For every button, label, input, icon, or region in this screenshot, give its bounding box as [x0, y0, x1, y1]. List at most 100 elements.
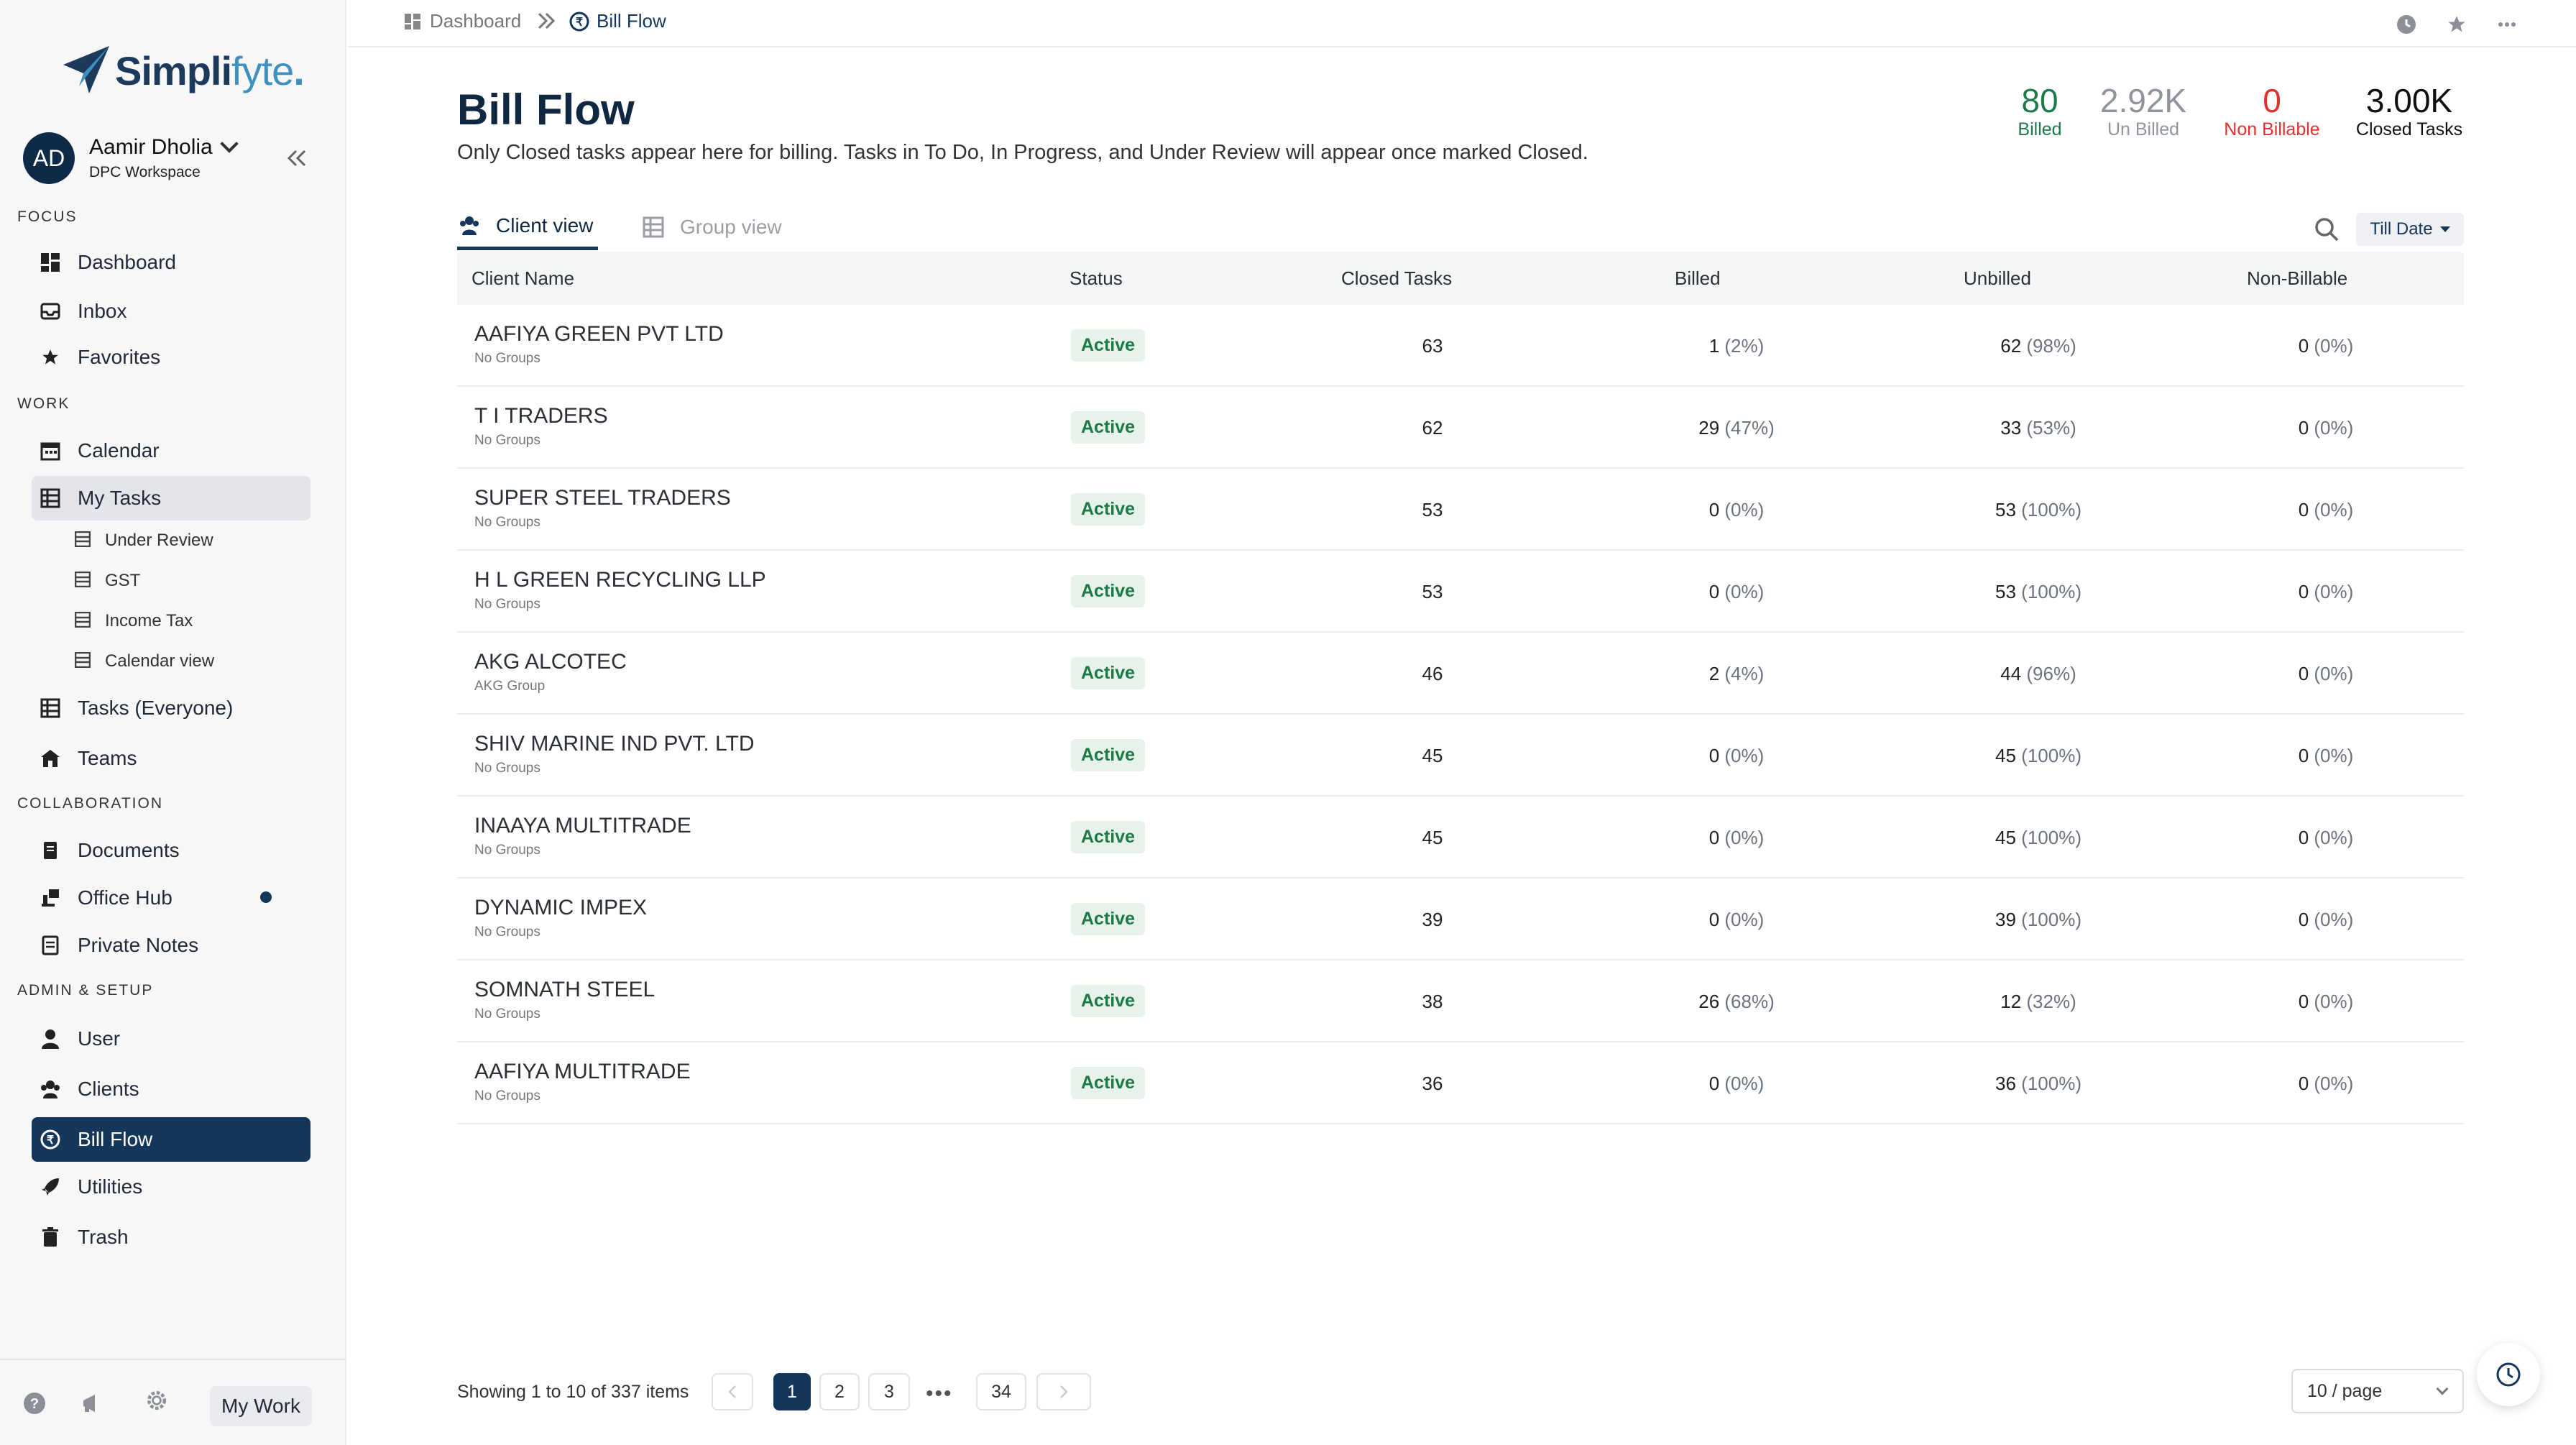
sidebar-item-calendar[interactable]: Calendar: [32, 428, 310, 473]
sidebar-item-tasks-everyone[interactable]: Tasks (Everyone): [32, 686, 310, 730]
client-name[interactable]: H L GREEN RECYCLING LLP: [474, 568, 766, 592]
brand-logo[interactable]: Simplifyte.: [60, 43, 305, 98]
status-badge: Active: [1071, 821, 1146, 853]
history-icon[interactable]: [2395, 13, 2418, 36]
billed-cell: 2 (4%): [1650, 663, 1823, 685]
user-icon: [39, 1027, 62, 1050]
next-page-button[interactable]: [1036, 1373, 1091, 1410]
unbilled-percent: (100%): [2021, 581, 2082, 602]
sidebar-item-documents[interactable]: Documents: [32, 828, 310, 873]
more-options-icon[interactable]: [2496, 13, 2518, 36]
tab-group-view[interactable]: Group view: [641, 204, 782, 250]
table-row[interactable]: AKG ALCOTEC AKG Group Active 46 2 (4%) 44 (96…: [457, 633, 2464, 715]
client-cell[interactable]: T I TRADERS No Groups: [474, 404, 608, 449]
client-cell[interactable]: INAAYA MULTITRADE No Groups: [474, 814, 691, 858]
client-cell[interactable]: AKG ALCOTEC AKG Group: [474, 650, 627, 694]
stat-closed-tasks: 3.00K Closed Tasks: [2352, 81, 2467, 140]
client-name[interactable]: DYNAMIC IMPEX: [474, 896, 647, 920]
pagination-ellipsis[interactable]: •••: [926, 1382, 953, 1406]
breadcrumb-bill-flow[interactable]: ₹ Bill Flow: [569, 10, 666, 32]
client-name[interactable]: T I TRADERS: [474, 404, 608, 428]
tab-client-view[interactable]: Client view: [457, 204, 598, 250]
client-cell[interactable]: AAFIYA GREEN PVT LTD No Groups: [474, 322, 724, 367]
billed-cell: 0 (0%): [1650, 581, 1823, 603]
sidebar: Simplifyte. AD Aamir Dholia DPC Workspac…: [0, 0, 346, 1445]
closed-tasks-value: 39: [1422, 909, 1443, 930]
billed-value: 0: [1708, 581, 1720, 602]
bill-flow-icon: ₹: [569, 12, 589, 32]
sidebar-item-trash[interactable]: Trash: [32, 1215, 310, 1260]
table-row[interactable]: SHIV MARINE IND PVT. LTD No Groups Active 4…: [457, 715, 2464, 797]
profile-switcher[interactable]: AD Aamir Dholia DPC Workspace: [23, 132, 239, 184]
table-row[interactable]: INAAYA MULTITRADE No Groups Active 45 0 (0%)…: [457, 797, 2464, 879]
search-icon[interactable]: [2313, 216, 2340, 243]
client-name[interactable]: SOMNATH STEEL: [474, 978, 655, 1002]
status-cell: Active: [1071, 985, 1146, 1017]
table-row[interactable]: SUPER STEEL TRADERS No Groups Active 53 0 (0…: [457, 469, 2464, 551]
sidebar-item-dashboard[interactable]: Dashboard: [32, 240, 310, 285]
sidebar-item-inbox[interactable]: Inbox: [32, 289, 310, 334]
status-badge: Active: [1071, 739, 1146, 771]
sidebar-item-my-tasks[interactable]: My Tasks: [32, 476, 310, 520]
announcement-icon[interactable]: [79, 1390, 105, 1416]
collapse-sidebar-button[interactable]: [280, 144, 313, 173]
billed-value: 0: [1708, 499, 1720, 520]
prev-page-button[interactable]: [712, 1373, 753, 1410]
client-name[interactable]: INAAYA MULTITRADE: [474, 814, 691, 838]
column-header[interactable]: Non-Billable: [2247, 267, 2347, 290]
page-size-select[interactable]: 10 / page: [2291, 1369, 2464, 1413]
column-header[interactable]: Closed Tasks: [1341, 267, 1452, 290]
table-row[interactable]: T I TRADERS No Groups Active 62 29 (47%) 33 (…: [457, 387, 2464, 469]
settings-icon[interactable]: [144, 1387, 170, 1413]
help-icon[interactable]: ?: [22, 1390, 47, 1416]
list-icon: [74, 571, 93, 590]
breadcrumb-dashboard[interactable]: Dashboard: [402, 10, 521, 32]
table-row[interactable]: AAFIYA MULTITRADE No Groups Active 36 0 (0%)…: [457, 1042, 2464, 1124]
table-row[interactable]: AAFIYA GREEN PVT LTD No Groups Active 63 1 (…: [457, 305, 2464, 387]
client-cell[interactable]: DYNAMIC IMPEX No Groups: [474, 896, 647, 940]
column-header[interactable]: Client Name: [472, 267, 574, 290]
table-row[interactable]: SOMNATH STEEL No Groups Active 38 26 (68%) 12…: [457, 960, 2464, 1042]
column-header[interactable]: Billed: [1675, 267, 1721, 290]
sidebar-subitem-under-review[interactable]: Under Review: [74, 523, 213, 558]
sidebar-subitem-gst[interactable]: GST: [74, 564, 140, 598]
sidebar-item-favorites[interactable]: Favorites: [32, 335, 310, 380]
sidebar-item-utilities[interactable]: Utilities: [32, 1165, 310, 1209]
client-name[interactable]: AKG ALCOTEC: [474, 650, 627, 674]
client-name[interactable]: SUPER STEEL TRADERS: [474, 486, 731, 510]
my-work-button[interactable]: My Work: [210, 1386, 312, 1426]
client-cell[interactable]: SUPER STEEL TRADERS No Groups: [474, 486, 731, 531]
client-cell[interactable]: SOMNATH STEEL No Groups: [474, 978, 655, 1022]
unbilled-cell: 62 (98%): [1938, 335, 2139, 357]
sidebar-subitem-income-tax[interactable]: Income Tax: [74, 604, 193, 638]
page-button-3[interactable]: 3: [868, 1373, 910, 1410]
table-row[interactable]: DYNAMIC IMPEX No Groups Active 39 0 (0%) 39 (…: [457, 879, 2464, 960]
page-button-1[interactable]: 1: [773, 1373, 811, 1410]
client-cell[interactable]: H L GREEN RECYCLING LLP No Groups: [474, 568, 766, 613]
client-name[interactable]: SHIV MARINE IND PVT. LTD: [474, 732, 755, 756]
table-row[interactable]: H L GREEN RECYCLING LLP No Groups Active 53…: [457, 551, 2464, 633]
client-cell[interactable]: SHIV MARINE IND PVT. LTD No Groups: [474, 732, 755, 776]
till-date-dropdown[interactable]: Till Date: [2356, 213, 2464, 246]
section-work: WORK: [17, 395, 70, 412]
time-tracker-button[interactable]: [2477, 1343, 2540, 1406]
star-icon[interactable]: [2445, 13, 2468, 36]
sidebar-item-label: Under Review: [105, 531, 213, 550]
client-name[interactable]: AAFIYA MULTITRADE: [474, 1060, 691, 1084]
client-name[interactable]: AAFIYA GREEN PVT LTD: [474, 322, 724, 347]
list-icon: [74, 651, 93, 671]
sidebar-subitem-calendar-view[interactable]: Calendar view: [74, 644, 214, 679]
column-header[interactable]: Unbilled: [1964, 267, 2031, 290]
office-hub-icon: [39, 886, 62, 909]
column-header[interactable]: Status: [1070, 267, 1123, 290]
sidebar-item-user[interactable]: User: [32, 1017, 310, 1061]
non-billable-value: 0: [2298, 663, 2309, 684]
trash-icon: [39, 1226, 62, 1249]
page-button-last[interactable]: 34: [976, 1373, 1026, 1410]
sidebar-item-bill-flow[interactable]: ₹ Bill Flow: [32, 1117, 310, 1162]
client-cell[interactable]: AAFIYA MULTITRADE No Groups: [474, 1060, 691, 1104]
sidebar-item-private-notes[interactable]: Private Notes: [32, 923, 310, 968]
page-button-2[interactable]: 2: [819, 1373, 860, 1410]
sidebar-item-clients[interactable]: Clients: [32, 1067, 310, 1111]
sidebar-item-teams[interactable]: Teams: [32, 736, 310, 781]
